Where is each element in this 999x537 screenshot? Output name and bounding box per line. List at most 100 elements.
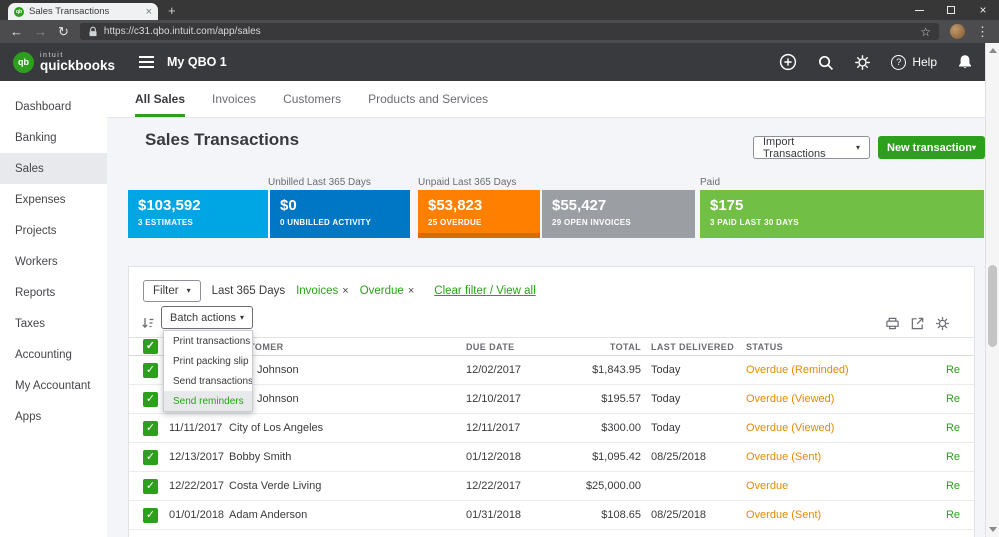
maximize-button[interactable] xyxy=(935,0,967,20)
search-icon[interactable] xyxy=(817,54,834,71)
clear-filter-link[interactable]: Clear filter / View all xyxy=(434,285,535,297)
cell-date: 12/13/2017 xyxy=(169,451,229,463)
table-body: ✓ Johnson 12/02/2017 $1,843.95 Today Ove… xyxy=(129,356,974,530)
filter-chip-overdue[interactable]: Overdue × xyxy=(360,285,415,297)
sidebar-item-sales[interactable]: Sales xyxy=(0,153,107,184)
forward-icon[interactable]: → xyxy=(34,25,47,38)
sidebar-item-expenses[interactable]: Expenses xyxy=(0,184,107,215)
app-header: qb intuit quickbooks My QBO 1 xyxy=(0,43,999,81)
tab-invoices[interactable]: Invoices xyxy=(212,81,256,117)
scroll-down-icon[interactable] xyxy=(989,527,997,532)
cell-due-date: 01/31/2018 xyxy=(466,509,556,521)
create-plus-icon[interactable] xyxy=(779,53,797,71)
sidebar-item-workers[interactable]: Workers xyxy=(0,246,107,277)
table-row[interactable]: ✓ 12/22/2017 Costa Verde Living 12/22/20… xyxy=(129,472,974,501)
moneybar-label-paid: Paid xyxy=(700,177,720,188)
close-button[interactable]: × xyxy=(967,0,999,20)
back-icon[interactable]: ← xyxy=(10,25,23,38)
col-due-date[interactable]: DUE DATE xyxy=(466,342,556,352)
profile-avatar[interactable] xyxy=(950,24,965,39)
filter-button[interactable]: Filter ▾ xyxy=(143,280,201,302)
cell-last-delivered: Today xyxy=(641,393,746,405)
browser-tab[interactable]: qb Sales Transactions × xyxy=(8,3,158,20)
table-row[interactable]: ✓ Johnson 12/02/2017 $1,843.95 Today Ove… xyxy=(129,356,974,385)
table-row[interactable]: ✓ 12/13/2017 Bobby Smith 01/12/2018 $1,0… xyxy=(129,443,974,472)
row-checkbox[interactable]: ✓ xyxy=(143,363,158,378)
new-tab-button[interactable]: + xyxy=(168,3,176,18)
tab-products-services[interactable]: Products and Services xyxy=(368,81,488,117)
row-action-link[interactable]: Re xyxy=(861,422,960,434)
row-action-link[interactable]: Re xyxy=(861,451,960,463)
address-bar[interactable]: https://c31.qbo.intuit.com/app/sales ☆ xyxy=(80,23,939,40)
bookmark-star-icon[interactable]: ☆ xyxy=(920,25,931,39)
select-all-checkbox[interactable]: ✓ xyxy=(143,339,158,354)
gear-icon[interactable] xyxy=(854,54,871,71)
print-icon[interactable] xyxy=(885,316,900,331)
row-action-link[interactable]: Re xyxy=(861,509,960,521)
page-scrollbar[interactable] xyxy=(985,43,999,537)
row-checkbox[interactable]: ✓ xyxy=(143,508,158,523)
tab-all-sales[interactable]: All Sales xyxy=(135,81,185,117)
cell-due-date: 12/22/2017 xyxy=(466,480,556,492)
tile-overdue[interactable]: $53,823 25 OVERDUE xyxy=(418,190,540,238)
table-row[interactable]: ✓ Johnson 12/10/2017 $195.57 Today Overd… xyxy=(129,385,974,414)
row-action-link[interactable]: Re xyxy=(861,480,960,492)
row-checkbox[interactable]: ✓ xyxy=(143,392,158,407)
tile-paid[interactable]: $175 3 PAID LAST 30 DAYS xyxy=(700,190,984,238)
qb-logo-icon[interactable]: qb xyxy=(13,52,34,73)
filter-chip-invoices[interactable]: Invoices × xyxy=(296,285,349,297)
col-status[interactable]: STATUS xyxy=(746,342,861,352)
sidebar-item-dashboard[interactable]: Dashboard xyxy=(0,91,107,122)
menu-item-send-reminders[interactable]: Send reminders xyxy=(164,391,252,411)
batch-actions-button[interactable]: Batch actions ▾ xyxy=(161,306,253,329)
hamburger-menu-icon[interactable] xyxy=(139,56,154,68)
remove-chip-icon[interactable]: × xyxy=(408,285,414,297)
sidebar-item-accounting[interactable]: Accounting xyxy=(0,339,107,370)
menu-item-print-packing-slip[interactable]: Print packing slip xyxy=(164,351,252,371)
sidebar-item-banking[interactable]: Banking xyxy=(0,122,107,153)
tile-unbilled-activity[interactable]: $0 0 UNBILLED ACTIVITY xyxy=(270,190,410,238)
sidebar-item-my-accountant[interactable]: My Accountant xyxy=(0,370,107,401)
chip-overdue-label: Overdue xyxy=(360,285,404,297)
table-settings-gear-icon[interactable] xyxy=(935,316,950,331)
sidebar-item-reports[interactable]: Reports xyxy=(0,277,107,308)
tile-estimates[interactable]: $103,592 3 ESTIMATES xyxy=(128,190,268,238)
minimize-button[interactable] xyxy=(903,0,935,20)
row-checkbox[interactable]: ✓ xyxy=(143,421,158,436)
date-range-text: Last 365 Days xyxy=(212,285,286,297)
cell-due-date: 12/02/2017 xyxy=(466,364,556,376)
tile-open-invoices[interactable]: $55,427 29 OPEN INVOICES xyxy=(542,190,695,238)
tab-customers[interactable]: Customers xyxy=(283,81,341,117)
new-transaction-button[interactable]: New transaction ▾ xyxy=(878,136,985,159)
reload-icon[interactable]: ↻ xyxy=(58,25,69,38)
sidebar-item-projects[interactable]: Projects xyxy=(0,215,107,246)
lock-icon xyxy=(88,26,98,38)
scroll-up-icon[interactable] xyxy=(989,48,997,53)
row-action-link[interactable]: Re xyxy=(861,393,960,405)
help-button[interactable]: ? Help xyxy=(891,55,937,70)
browser-menu-icon[interactable]: ⋮ xyxy=(976,24,989,40)
sidebar-item-taxes[interactable]: Taxes xyxy=(0,308,107,339)
transactions-card: Filter ▾ Last 365 Days Invoices × Overdu… xyxy=(128,266,975,537)
remove-chip-icon[interactable]: × xyxy=(342,285,348,297)
sidebar-item-apps[interactable]: Apps xyxy=(0,401,107,432)
table-row[interactable]: ✓ 11/11/2017 City of Los Angeles 12/11/2… xyxy=(129,414,974,443)
row-action-link[interactable]: Re xyxy=(861,364,960,376)
scrollbar-thumb[interactable] xyxy=(988,265,997,347)
col-total[interactable]: TOTAL xyxy=(556,342,641,352)
table-row[interactable]: ✓ 01/01/2018 Adam Anderson 01/31/2018 $1… xyxy=(129,501,974,530)
row-checkbox[interactable]: ✓ xyxy=(143,450,158,465)
col-customer[interactable]: CUSTOMER xyxy=(229,342,466,352)
col-last-delivered[interactable]: LAST DELIVERED xyxy=(641,342,746,352)
export-icon[interactable] xyxy=(910,316,925,331)
menu-item-send-transactions[interactable]: Send transactions xyxy=(164,371,252,391)
tile-estimates-caption: 3 ESTIMATES xyxy=(138,218,268,227)
import-transactions-button[interactable]: Import Transactions ▾ xyxy=(753,136,870,159)
menu-item-print-transactions[interactable]: Print transactions xyxy=(164,331,252,351)
cell-customer: Adam Anderson xyxy=(229,509,466,521)
sort-icon[interactable] xyxy=(141,316,155,335)
brand-logo[interactable]: intuit quickbooks xyxy=(40,52,115,73)
row-checkbox[interactable]: ✓ xyxy=(143,479,158,494)
notifications-bell-icon[interactable] xyxy=(957,54,973,70)
tab-close-icon[interactable]: × xyxy=(146,6,152,18)
